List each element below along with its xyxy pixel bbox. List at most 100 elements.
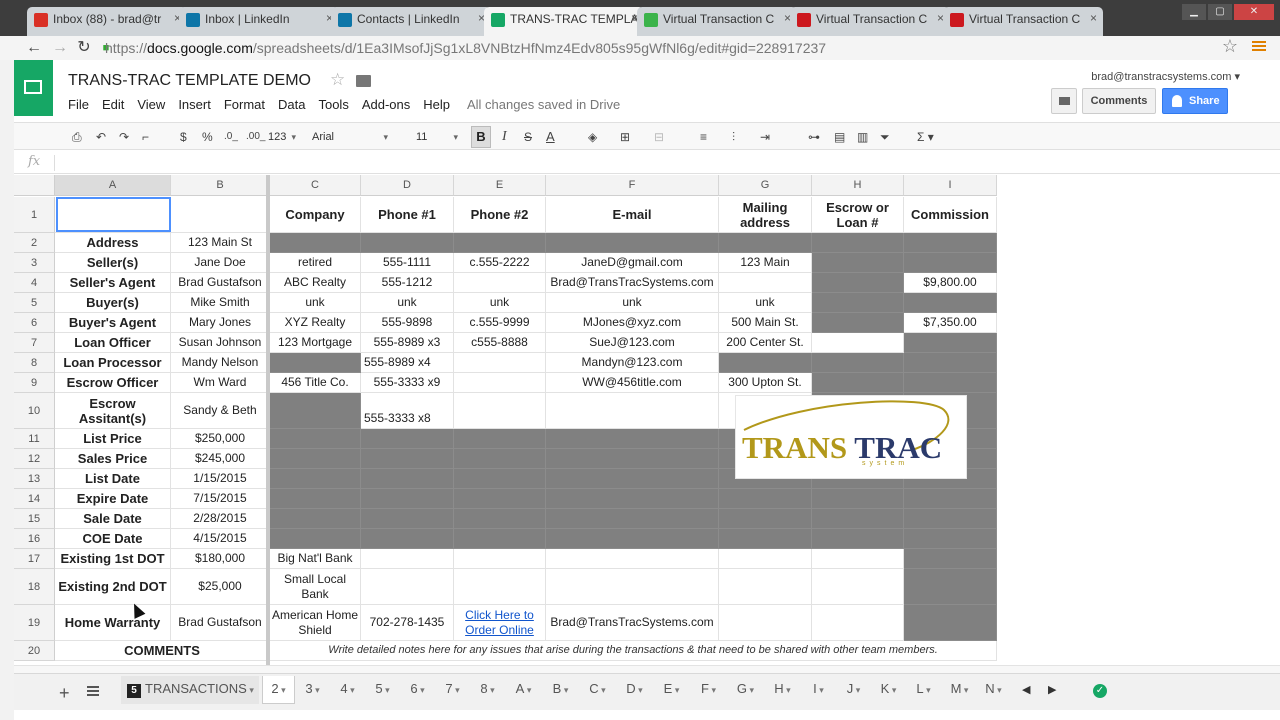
browser-tab[interactable]: TRANS-TRAC TEMPLA × xyxy=(484,7,644,36)
cell[interactable] xyxy=(454,529,546,549)
sheet-tab[interactable]: N xyxy=(978,676,1009,704)
row-header[interactable]: 5 xyxy=(14,293,55,313)
cell[interactable] xyxy=(812,273,904,293)
cell[interactable] xyxy=(904,605,997,641)
row-header[interactable]: 6 xyxy=(14,313,55,333)
currency-button[interactable]: $ xyxy=(180,127,187,147)
cell[interactable] xyxy=(546,233,719,253)
sheet-tab[interactable]: A xyxy=(505,676,542,704)
cell[interactable] xyxy=(904,373,997,393)
value-cell[interactable]: 7/15/2015 xyxy=(171,489,270,509)
maximize-icon[interactable]: ▢ xyxy=(1208,4,1232,20)
sheet-tab[interactable]: 3 xyxy=(295,676,330,704)
cell[interactable] xyxy=(270,529,361,549)
column-title-cell[interactable]: Company xyxy=(270,197,361,233)
menu-help[interactable]: Help xyxy=(423,97,450,112)
row-label-cell[interactable]: Buyer's Agent xyxy=(55,313,171,333)
cell[interactable] xyxy=(904,293,997,313)
cell[interactable] xyxy=(719,489,812,509)
insert-chart-icon[interactable]: ▥ xyxy=(857,127,868,147)
cell[interactable] xyxy=(546,569,719,605)
value-cell[interactable]: Sandy & Beth xyxy=(171,393,270,429)
data-cell[interactable]: Small Local Bank xyxy=(270,569,361,605)
column-header-g[interactable]: G xyxy=(719,175,812,196)
explore-check-icon[interactable]: ✓ xyxy=(1093,684,1107,698)
row-header[interactable]: 3 xyxy=(14,253,55,273)
browser-tab[interactable]: Virtual Transaction C × xyxy=(790,7,950,36)
sheet-tab-transactions[interactable]: 5 TRANSACTIONS xyxy=(121,676,259,704)
row-header[interactable]: 9 xyxy=(14,373,55,393)
sheet-list-icon[interactable] xyxy=(87,686,99,696)
print-icon[interactable]: ⎙ xyxy=(72,127,82,147)
sheet-tab[interactable]: 2 xyxy=(262,676,295,704)
cell[interactable] xyxy=(270,449,361,469)
cell[interactable] xyxy=(454,549,546,569)
increase-decimal-button[interactable]: .00_ xyxy=(246,127,265,147)
row-header[interactable]: 19 xyxy=(14,605,55,641)
value-cell[interactable]: Mike Smith xyxy=(171,293,270,313)
sheet-tab[interactable]: 6 xyxy=(400,676,435,704)
row-header[interactable]: 11 xyxy=(14,429,55,449)
column-header-e[interactable]: E xyxy=(454,175,546,196)
data-cell[interactable]: Brad@TransTracSystems.com xyxy=(546,605,719,641)
column-title-cell[interactable]: Phone #1 xyxy=(361,197,454,233)
data-cell[interactable]: ABC Realty xyxy=(270,273,361,293)
cell[interactable] xyxy=(454,233,546,253)
sheet-tab[interactable]: I xyxy=(801,676,836,704)
cell[interactable] xyxy=(719,509,812,529)
row-label-cell[interactable]: List Price xyxy=(55,429,171,449)
menu-data[interactable]: Data xyxy=(278,97,305,112)
browser-tab[interactable]: Virtual Transaction C × xyxy=(943,7,1103,36)
cell[interactable] xyxy=(812,293,904,313)
cell[interactable] xyxy=(904,569,997,605)
cell[interactable] xyxy=(546,429,719,449)
sheet-tab[interactable]: G xyxy=(727,676,764,704)
column-title-cell[interactable]: Phone #2 xyxy=(454,197,546,233)
cell[interactable] xyxy=(270,233,361,253)
cell[interactable] xyxy=(361,549,454,569)
text-wrap-icon[interactable]: ⇥ xyxy=(760,127,770,147)
star-doc-icon[interactable]: ☆ xyxy=(330,70,345,90)
data-cell[interactable]: c.555-2222 xyxy=(454,253,546,273)
row-header[interactable]: 2 xyxy=(14,233,55,253)
cell[interactable] xyxy=(361,429,454,449)
sheet-tab[interactable]: B xyxy=(542,676,579,704)
cell[interactable] xyxy=(904,353,997,373)
order-online-link[interactable]: Click Here to Order Online xyxy=(454,605,546,641)
cell[interactable] xyxy=(270,429,361,449)
cell[interactable] xyxy=(171,197,270,233)
cell[interactable] xyxy=(812,313,904,333)
value-cell[interactable]: $180,000 xyxy=(171,549,270,569)
column-title-cell[interactable]: Escrow or Loan # xyxy=(812,197,904,233)
sheet-tab[interactable]: C xyxy=(579,676,616,704)
add-sheet-button[interactable]: + xyxy=(59,683,70,704)
bookmark-star-icon[interactable]: ☆ xyxy=(1222,36,1238,57)
row-header[interactable]: 17 xyxy=(14,549,55,569)
data-cell[interactable]: 555-8989 x4 xyxy=(361,353,454,373)
cell[interactable] xyxy=(812,233,904,253)
data-cell[interactable]: Big Nat'l Bank xyxy=(270,549,361,569)
sheet-tab[interactable]: L xyxy=(906,676,941,704)
column-header-c[interactable]: C xyxy=(270,175,361,196)
column-title-cell[interactable]: Mailing address xyxy=(719,197,812,233)
data-cell[interactable]: unk xyxy=(719,293,812,313)
data-cell[interactable]: SueJ@123.com xyxy=(546,333,719,353)
data-cell[interactable]: 555-3333 x9 xyxy=(361,373,454,393)
menu-edit[interactable]: Edit xyxy=(102,97,124,112)
cell[interactable] xyxy=(546,509,719,529)
url-field[interactable]: https://docs.google.com/spreadsheets/d/1… xyxy=(105,38,1245,58)
filter-icon[interactable]: ⏷ xyxy=(880,127,890,147)
column-title-cell[interactable]: E-mail xyxy=(546,197,719,233)
formula-bar[interactable]: fx xyxy=(14,152,1280,174)
cell[interactable] xyxy=(904,233,997,253)
frozen-column-divider[interactable] xyxy=(266,175,270,665)
strikethrough-button[interactable]: S xyxy=(524,127,532,147)
sheet-tab[interactable]: D xyxy=(616,676,653,704)
cell[interactable] xyxy=(454,429,546,449)
menu-insert[interactable]: Insert xyxy=(178,97,211,112)
cell[interactable] xyxy=(454,353,546,373)
row-header[interactable]: 10 xyxy=(14,393,55,429)
sheet-tab[interactable]: 7 xyxy=(435,676,470,704)
merge-cells-icon[interactable]: ⊟ xyxy=(654,127,664,147)
cell[interactable] xyxy=(270,489,361,509)
